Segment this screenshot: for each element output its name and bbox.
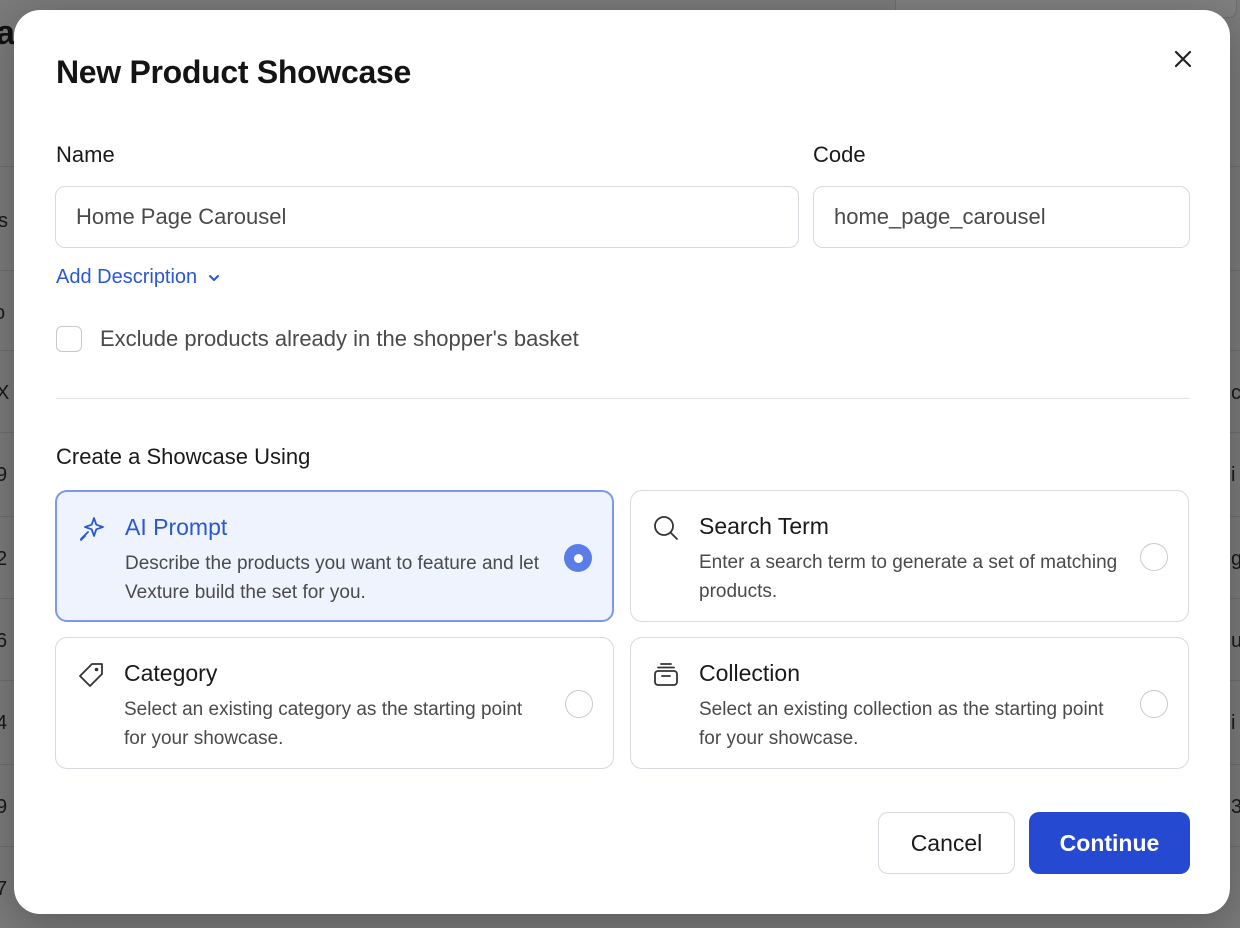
name-label: Name bbox=[56, 142, 115, 167]
continue-button[interactable]: Continue bbox=[1029, 812, 1190, 874]
option-collection[interactable]: Collection Select an existing collection… bbox=[630, 637, 1189, 769]
radio-dot bbox=[573, 553, 583, 563]
option-description: Enter a search term to generate a set of… bbox=[699, 552, 1118, 602]
add-description-label: Add Description bbox=[56, 266, 198, 288]
option-ai-prompt[interactable]: AI Prompt Describe the products you want… bbox=[55, 490, 614, 622]
tag-icon bbox=[79, 663, 103, 687]
close-icon bbox=[1174, 50, 1192, 68]
dialog-title: New Product Showcase bbox=[56, 54, 411, 90]
option-radio[interactable] bbox=[565, 690, 593, 718]
option-title: Collection bbox=[699, 660, 800, 686]
option-category[interactable]: Category Select an existing category as … bbox=[55, 637, 614, 769]
exclude-basket-row: Exclude products already in the shopper'… bbox=[56, 326, 579, 352]
new-showcase-dialog: New Product Showcase Name Code Add Descr… bbox=[14, 10, 1230, 914]
search-icon bbox=[654, 516, 678, 540]
option-radio[interactable] bbox=[1140, 690, 1168, 718]
option-radio-selected[interactable] bbox=[564, 544, 592, 572]
cancel-button[interactable]: Cancel bbox=[878, 812, 1015, 874]
option-title: Search Term bbox=[699, 513, 829, 539]
option-title: AI Prompt bbox=[125, 514, 228, 540]
collection-icon bbox=[654, 663, 678, 686]
code-label: Code bbox=[813, 142, 866, 167]
option-description: Select an existing category as the start… bbox=[124, 699, 523, 749]
option-radio[interactable] bbox=[1140, 543, 1168, 571]
option-description: Describe the products you want to featur… bbox=[125, 553, 540, 603]
exclude-basket-label: Exclude products already in the shopper'… bbox=[100, 326, 579, 351]
option-search-term[interactable]: Search Term Enter a search term to gener… bbox=[630, 490, 1189, 622]
chevron-down-icon bbox=[209, 274, 220, 281]
option-title: Category bbox=[124, 660, 218, 686]
code-input[interactable] bbox=[813, 186, 1190, 248]
create-using-label: Create a Showcase Using bbox=[56, 444, 311, 469]
sparkle-icon bbox=[80, 517, 104, 541]
exclude-basket-checkbox[interactable] bbox=[56, 326, 82, 352]
close-button[interactable] bbox=[1166, 42, 1200, 76]
option-description: Select an existing collection as the sta… bbox=[699, 699, 1104, 749]
add-description-link[interactable]: Add Description bbox=[56, 266, 221, 289]
name-input[interactable] bbox=[55, 186, 799, 248]
section-divider bbox=[56, 398, 1190, 399]
